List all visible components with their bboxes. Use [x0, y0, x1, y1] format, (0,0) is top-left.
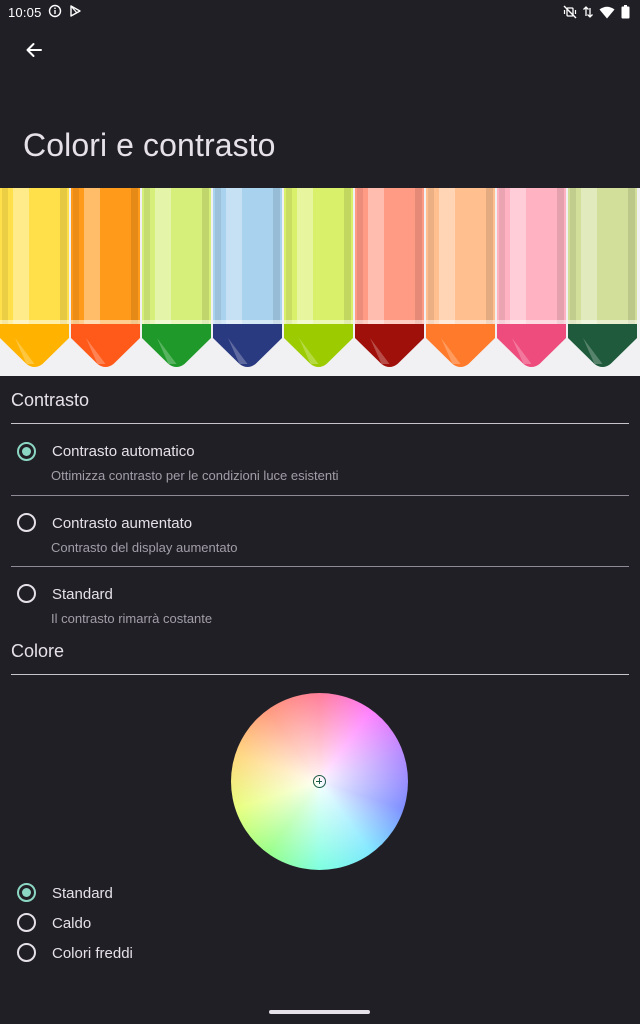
radio-button[interactable]	[17, 584, 36, 603]
status-time: 10:05	[8, 4, 42, 20]
color-option-standard[interactable]: Standard	[0, 880, 640, 908]
radio-button-selected[interactable]	[17, 442, 36, 461]
color-option-warm[interactable]: Caldo	[0, 910, 640, 938]
radio-button[interactable]	[17, 513, 36, 532]
page-title: Colori e contrasto	[23, 127, 276, 163]
back-button[interactable]	[14, 32, 54, 72]
radio-button-selected[interactable]	[17, 883, 36, 902]
crayon-illustration	[0, 188, 637, 367]
data-arrows-icon	[583, 5, 593, 19]
crayon	[71, 188, 140, 367]
contrast-option-standard[interactable]: Standard Il contrasto rimarrà costante	[0, 573, 640, 633]
crayon	[355, 188, 424, 367]
contrast-option-increased[interactable]: Contrasto aumentato Contrasto del displa…	[0, 502, 640, 566]
crayon	[142, 188, 211, 367]
battery-icon	[621, 5, 630, 19]
mute-vibrate-icon	[563, 5, 577, 19]
arrow-back-icon	[24, 40, 44, 65]
color-option-cool[interactable]: Colori freddi	[0, 940, 640, 968]
color-picker-handle-icon[interactable]	[313, 775, 326, 788]
contrast-option-description: Il contrasto rimarrà costante	[51, 611, 213, 626]
contrast-option-label: Standard	[52, 586, 113, 603]
crayon	[426, 188, 495, 367]
color-option-label: Caldo	[52, 915, 92, 932]
option-divider	[11, 566, 629, 567]
contrast-option-automatic[interactable]: Contrasto automatico Ottimizza contrasto…	[0, 430, 640, 494]
status-left: 10:05	[8, 4, 82, 21]
info-icon	[48, 4, 62, 21]
play-store-icon	[68, 4, 82, 21]
crayon	[213, 188, 282, 367]
contrast-option-description: Ottimizza contrasto per le condizioni lu…	[51, 468, 339, 483]
color-wheel[interactable]	[231, 693, 408, 870]
status-bar: 10:05	[0, 0, 640, 24]
status-right	[563, 5, 630, 19]
radio-button[interactable]	[17, 913, 36, 932]
crayon	[0, 188, 69, 367]
color-divider	[11, 674, 629, 675]
color-option-label: Standard	[52, 885, 113, 902]
crayon	[497, 188, 566, 367]
contrast-section-title: Contrasto	[11, 390, 90, 410]
crayon	[284, 188, 353, 367]
contrast-option-description: Contrasto del display aumentato	[51, 540, 238, 555]
color-section-title: Colore	[11, 641, 65, 661]
contrast-option-label: Contrasto aumentato	[52, 515, 193, 532]
crayon	[568, 188, 637, 367]
color-option-label: Colori freddi	[52, 945, 133, 962]
contrast-divider	[11, 423, 629, 424]
contrast-option-label: Contrasto automatico	[52, 443, 195, 460]
wifi-icon	[599, 6, 615, 19]
radio-button[interactable]	[17, 943, 36, 962]
home-indicator[interactable]	[269, 1010, 370, 1014]
option-divider	[11, 495, 629, 496]
crayon-banner	[0, 188, 640, 376]
